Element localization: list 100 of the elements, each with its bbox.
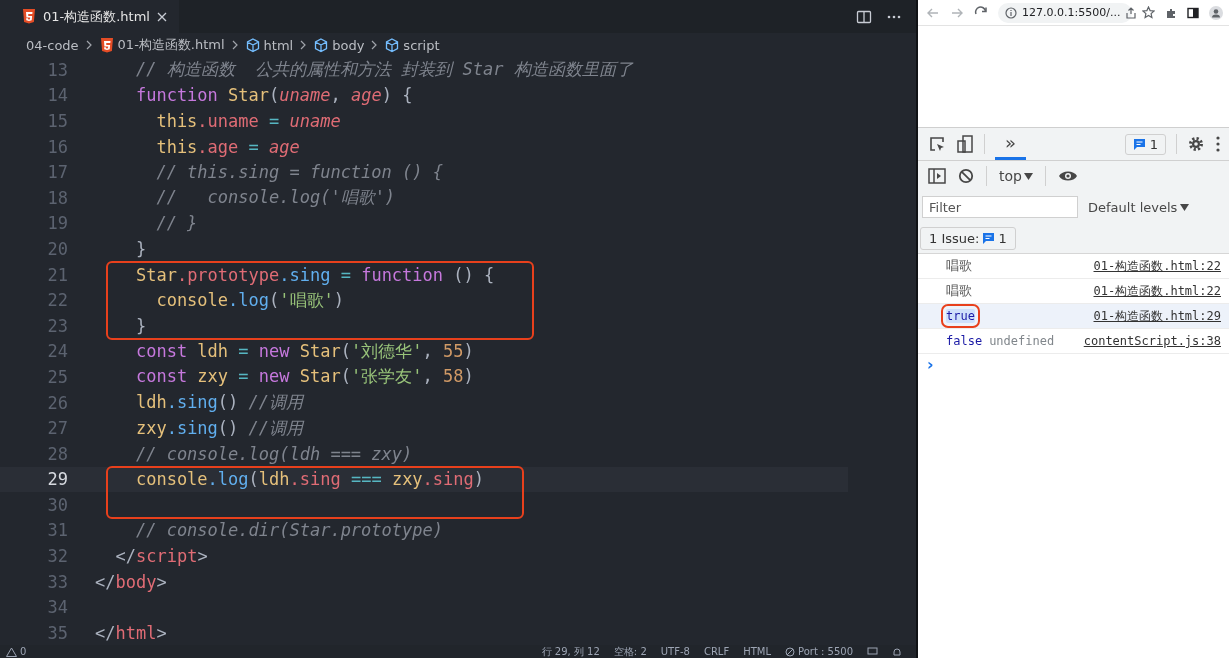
chevron-icon xyxy=(231,40,239,50)
status-item[interactable]: UTF-8 xyxy=(660,645,690,658)
device-icon[interactable] xyxy=(956,135,974,153)
line-number: 19 xyxy=(46,213,68,234)
code-line: // 构造函数 公共的属性和方法 封装到 Star 构造函数里面了 xyxy=(134,58,633,82)
console-value: 唱歌 xyxy=(946,282,972,300)
source-link[interactable]: 01-构造函数.html:22 xyxy=(1093,282,1221,300)
code-line: </script> xyxy=(114,546,208,567)
close-icon[interactable] xyxy=(157,11,167,22)
source-link[interactable]: contentScript.js:38 xyxy=(1083,334,1221,348)
line-number: 31 xyxy=(46,520,68,541)
message-icon xyxy=(982,231,996,245)
code-line: Star.prototype.sing = function () { xyxy=(134,264,495,285)
cube-icon xyxy=(314,37,329,53)
breadcrumb-item[interactable]: 01-构造函数.html xyxy=(99,36,225,54)
code-line: // console.log(ldh === zxy) xyxy=(134,443,413,464)
code-line: zxy.sing() //调用 xyxy=(134,416,304,440)
line-number: 13 xyxy=(46,59,68,80)
line-number: 24 xyxy=(46,341,68,362)
status-item[interactable]: HTML xyxy=(743,645,771,658)
port-status[interactable]: Port : 5500 xyxy=(785,645,853,658)
line-number: 14 xyxy=(46,85,68,106)
line-number: 33 xyxy=(46,571,68,592)
warnings-count[interactable]: 0 xyxy=(6,645,27,658)
line-number: 35 xyxy=(46,622,68,643)
more-options-icon[interactable] xyxy=(1215,135,1221,153)
console-prompt[interactable]: › xyxy=(927,354,934,374)
line-number: 28 xyxy=(46,443,68,464)
line-number: 20 xyxy=(46,238,68,259)
line-number: 26 xyxy=(46,392,68,413)
chevron-icon xyxy=(371,40,379,50)
code-line: ldh.sing() //调用 xyxy=(134,391,304,414)
code-line: // this.sing = function () { xyxy=(155,162,443,183)
dropdown-caret-icon xyxy=(1180,203,1190,211)
html-file-icon xyxy=(22,9,36,24)
share-icon[interactable] xyxy=(1125,6,1138,19)
source-link[interactable]: 01-构造函数.html:22 xyxy=(1093,257,1221,275)
code-line: const ldh = new Star('刘德华', 55) xyxy=(134,339,474,363)
settings-icon[interactable] xyxy=(1187,135,1205,153)
code-line: } xyxy=(134,238,147,259)
line-number: 18 xyxy=(46,187,68,208)
status-item[interactable]: 空格: 2 xyxy=(613,645,647,658)
blocked-icon xyxy=(785,646,795,657)
line-number: 30 xyxy=(46,494,68,515)
code-line: this.uname = uname xyxy=(155,111,341,131)
split-editor-icon[interactable] xyxy=(856,8,872,25)
breadcrumb-item[interactable]: 04-code xyxy=(26,37,79,53)
star-icon[interactable] xyxy=(1142,6,1155,19)
html-file-icon xyxy=(99,37,114,53)
selected-message-row[interactable]: true 01-构造函数.html:29 xyxy=(918,304,1229,329)
file-tab[interactable]: 01-构造函数.html xyxy=(0,0,179,33)
status-item[interactable]: 行 29, 列 12 xyxy=(541,645,600,658)
line-number: 25 xyxy=(46,366,68,387)
warning-icon xyxy=(6,646,17,657)
inspect-icon[interactable] xyxy=(928,135,946,153)
line-number: 15 xyxy=(46,111,68,131)
cube-icon xyxy=(245,37,260,53)
breadcrumb-item[interactable]: script xyxy=(385,37,440,53)
extension-icon[interactable] xyxy=(1165,6,1177,19)
chevron-icon xyxy=(85,40,93,50)
code-line: console.log(ldh.sing === zxy.sing) xyxy=(134,469,485,490)
clear-console-icon[interactable] xyxy=(958,168,974,184)
source-link[interactable]: 01-构造函数.html:29 xyxy=(1093,307,1221,325)
cube-icon xyxy=(385,37,400,53)
line-number: 34 xyxy=(46,597,68,618)
breadcrumb-item[interactable]: html xyxy=(245,37,294,53)
message-icon xyxy=(1132,137,1146,151)
line-number: 29 xyxy=(46,469,68,490)
code-line: console.log('唱歌') xyxy=(155,288,344,312)
code-line: // } xyxy=(155,213,198,234)
console-value: undefined xyxy=(989,334,1055,348)
code-line: </html> xyxy=(95,622,167,643)
line-number: 23 xyxy=(46,315,68,336)
code-line: // console.dir(Star.prototype) xyxy=(134,520,443,541)
code-line: function Star(uname, age) { xyxy=(134,85,413,106)
issues-button[interactable]: 1 Issue: 1 xyxy=(920,226,1016,250)
sidebar-icon[interactable] xyxy=(1187,6,1199,19)
code-line: const zxy = new Star('张学友', 58) xyxy=(134,365,474,389)
line-number: 21 xyxy=(46,264,68,285)
line-number: 32 xyxy=(46,546,68,567)
info-icon xyxy=(1005,6,1017,19)
filter-field[interactable]: Filter xyxy=(922,196,1078,218)
line-number: 22 xyxy=(46,290,68,311)
line-number: 17 xyxy=(46,162,68,183)
issues-button[interactable]: 1 xyxy=(1124,133,1166,155)
breadcrumb-item[interactable]: body xyxy=(314,37,365,53)
status-item[interactable]: CRLF xyxy=(703,645,730,658)
levels-dropdown[interactable]: Default levels xyxy=(1088,199,1190,215)
code-line: </body> xyxy=(95,571,167,592)
profile-icon[interactable] xyxy=(1209,5,1223,20)
line-number: 16 xyxy=(46,136,68,157)
line-number: 27 xyxy=(46,418,68,439)
eye-icon[interactable] xyxy=(1057,169,1078,183)
console-value: 唱歌 xyxy=(946,257,972,275)
code-line: this.age = age xyxy=(155,136,300,157)
context-dropdown[interactable]: top xyxy=(999,168,1033,184)
chevron-icon xyxy=(300,40,308,50)
sidebar-toggle-icon[interactable] xyxy=(928,168,946,184)
dropdown-caret-icon xyxy=(1023,172,1033,180)
code-line: // console.log('唱歌') xyxy=(155,186,396,210)
